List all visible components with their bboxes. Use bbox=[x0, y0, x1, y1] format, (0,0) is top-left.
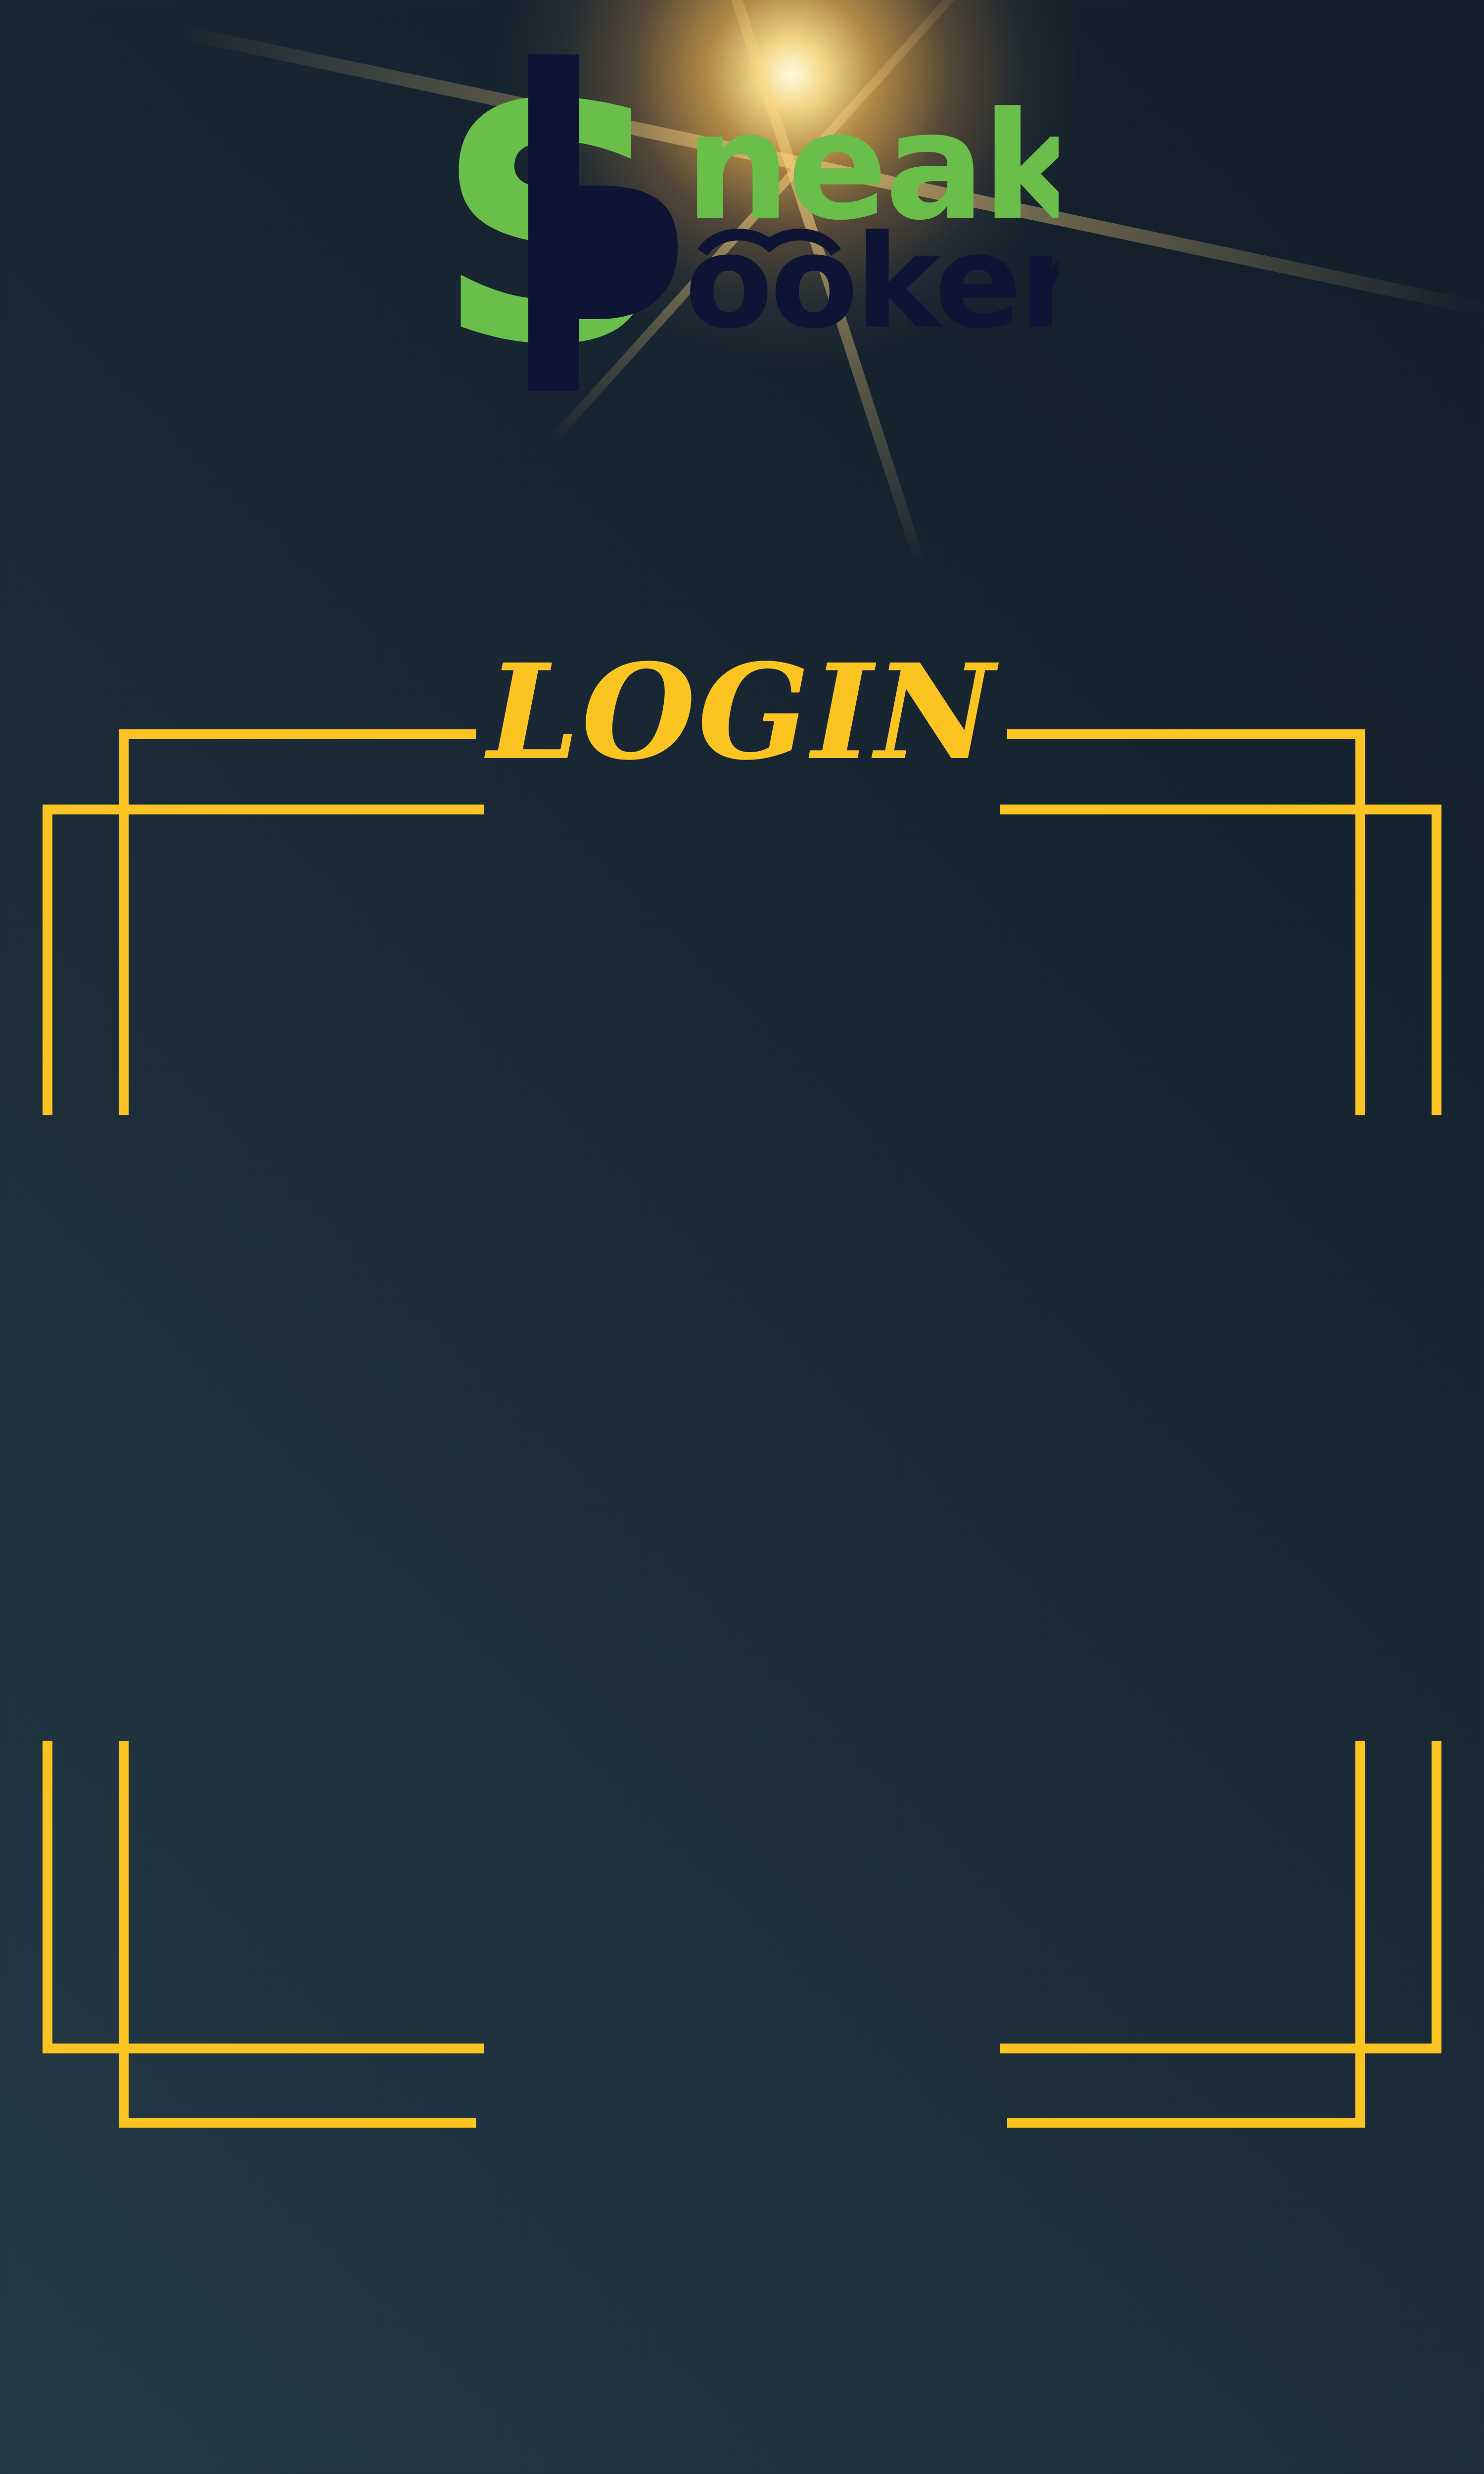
frame-line bbox=[1432, 1741, 1441, 2053]
frame-line bbox=[43, 1741, 52, 2053]
frame-line bbox=[119, 2118, 476, 2128]
frame-line bbox=[1007, 729, 1365, 739]
frame-line bbox=[43, 2044, 484, 2053]
decorative-frame bbox=[0, 0, 1484, 2474]
frame-line bbox=[43, 805, 52, 1115]
frame-line bbox=[1000, 2044, 1441, 2053]
frame-line bbox=[119, 1741, 129, 2128]
frame-line bbox=[119, 729, 476, 739]
frame-line bbox=[1355, 729, 1365, 1115]
frame-line bbox=[43, 805, 484, 814]
frame-line bbox=[1007, 2118, 1365, 2128]
frame-line bbox=[119, 729, 129, 1115]
frame-line bbox=[1432, 805, 1441, 1115]
frame-line bbox=[1000, 805, 1441, 814]
frame-line bbox=[1355, 1741, 1365, 2128]
